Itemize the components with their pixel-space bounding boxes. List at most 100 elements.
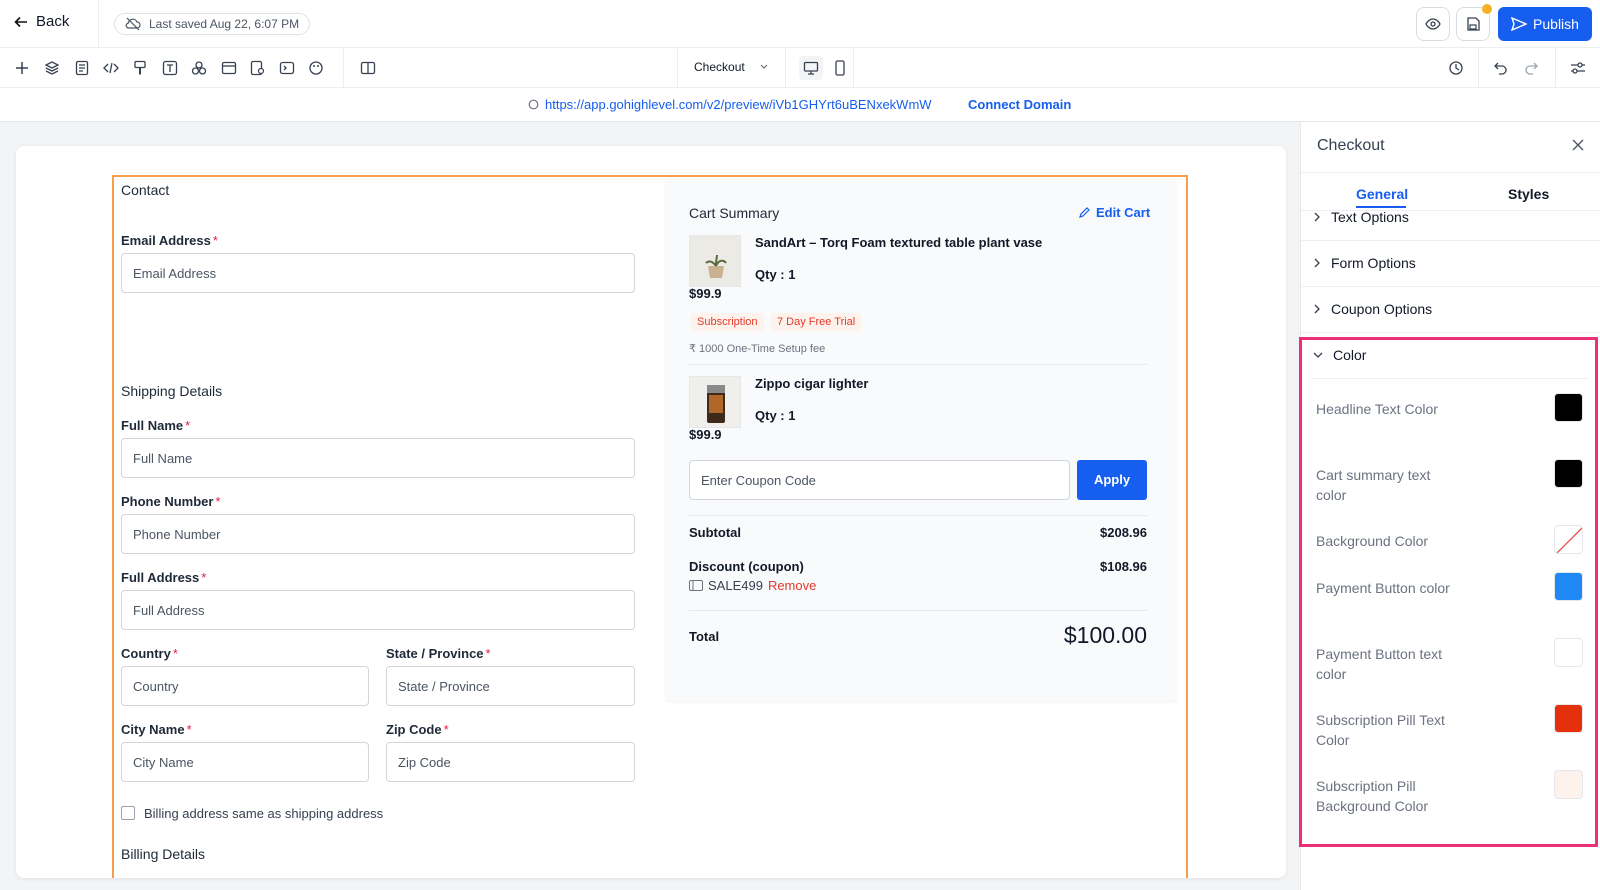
coupon-input[interactable]: Enter Coupon Code (689, 460, 1070, 500)
accordion-text-options[interactable]: Text Options (1313, 209, 1409, 225)
preview-button[interactable] (1416, 7, 1450, 41)
close-icon[interactable] (1571, 138, 1585, 157)
accordion-form-options[interactable]: Form Options (1313, 255, 1416, 271)
divider (1478, 48, 1479, 88)
last-saved-text: Last saved Aug 22, 6:07 PM (149, 17, 300, 31)
settings-sliders-icon[interactable] (1568, 58, 1588, 78)
text-icon[interactable] (160, 58, 180, 78)
active-tab-indicator (1356, 206, 1406, 208)
terminal-icon[interactable] (277, 58, 297, 78)
phone-field[interactable]: Phone Number (121, 514, 635, 554)
undo-icon[interactable] (1491, 58, 1511, 78)
page-selector-label: Checkout (694, 60, 745, 74)
status-circle-icon (528, 99, 539, 110)
chevron-down-icon (760, 64, 768, 69)
zip-field[interactable]: Zip Code (386, 742, 635, 782)
discount-label: Discount (coupon) (689, 559, 804, 574)
remove-coupon-link[interactable]: Remove (768, 578, 816, 593)
preview-url-bar: https://app.gohighlevel.com/v2/preview/i… (0, 88, 1600, 122)
pages-icon[interactable] (72, 58, 92, 78)
product-image (689, 376, 741, 428)
redo-icon[interactable] (1521, 58, 1541, 78)
chevron-right-icon (1314, 304, 1320, 314)
history-icon[interactable] (1446, 58, 1466, 78)
publish-button[interactable]: Publish (1498, 7, 1592, 41)
ticket-icon (689, 580, 703, 591)
preview-url-link[interactable]: https://app.gohighlevel.com/v2/preview/i… (528, 97, 932, 112)
fullname-label: Full Name * (121, 418, 191, 433)
paint-icon[interactable] (130, 58, 150, 78)
page-preview: Contact Email Address * Email Address Shi… (16, 146, 1286, 878)
pencil-icon (1079, 207, 1090, 218)
top-bar: Back Last saved Aug 22, 6:07 PM Publish (0, 0, 1600, 48)
last-saved-badge: Last saved Aug 22, 6:07 PM (114, 13, 311, 35)
product-qty: Qty : 1 (755, 267, 796, 282)
mobile-icon[interactable] (830, 58, 850, 78)
accordion-label: Coupon Options (1331, 301, 1433, 317)
chevron-right-icon (1314, 212, 1320, 222)
page-selector[interactable]: Checkout (694, 60, 769, 74)
accordion-label: Text Options (1331, 209, 1409, 225)
product-name: SandArt – Torq Foam textured table plant… (755, 235, 1043, 250)
integrations-icon[interactable] (189, 58, 209, 78)
save-icon (1467, 17, 1480, 31)
divider (98, 0, 99, 48)
city-label: City Name * (121, 722, 192, 737)
apply-coupon-button[interactable]: Apply (1077, 460, 1147, 500)
country-field[interactable]: Country (121, 666, 369, 706)
contact-heading: Contact (121, 182, 170, 198)
city-field[interactable]: City Name (121, 742, 369, 782)
cart-summary: Cart Summary Edit Cart SandArt – Torq Fo… (666, 179, 1176, 701)
product-price: $99.9 (689, 286, 722, 301)
layers-icon[interactable] (42, 58, 62, 78)
tab-general[interactable]: General (1356, 186, 1408, 202)
state-label: State / Province * (386, 646, 491, 661)
phone-label: Phone Number * (121, 494, 221, 509)
chevron-right-icon (1314, 258, 1320, 268)
address-label: Full Address * (121, 570, 207, 585)
discount-value: $108.96 (1100, 559, 1147, 574)
divider (1301, 286, 1600, 287)
trial-pill: 7 Day Free Trial (771, 313, 862, 331)
connect-domain-link[interactable]: Connect Domain (968, 97, 1071, 112)
tab-styles[interactable]: Styles (1508, 186, 1549, 202)
palette-icon[interactable] (306, 58, 326, 78)
subscription-pill: Subscription (691, 313, 764, 331)
state-field[interactable]: State / Province (386, 666, 635, 706)
cart-title: Cart Summary (689, 205, 780, 221)
divider (689, 610, 1147, 611)
product-image (689, 235, 741, 287)
product-qty: Qty : 1 (755, 408, 796, 423)
section-icon[interactable] (219, 58, 239, 78)
desktop-icon[interactable] (799, 56, 823, 80)
address-field[interactable]: Full Address (121, 590, 635, 630)
subtotal-label: Subtotal (689, 525, 741, 540)
arrow-left-icon (14, 16, 27, 27)
back-label: Back (36, 13, 70, 30)
coupon-code: SALE499 (708, 578, 763, 593)
split-view-icon[interactable] (358, 58, 378, 78)
divider (689, 364, 1147, 365)
zip-label: Zip Code * (386, 722, 449, 737)
billing-same-checkbox[interactable] (121, 806, 135, 820)
edit-cart-link[interactable]: Edit Cart (1078, 205, 1150, 220)
divider (689, 515, 1147, 516)
form-search-icon[interactable] (248, 58, 268, 78)
fullname-field[interactable]: Full Name (121, 438, 635, 478)
divider (677, 48, 678, 88)
applied-coupon: SALE499 Remove (689, 578, 816, 593)
back-button[interactable]: Back (14, 13, 69, 30)
edit-cart-label: Edit Cart (1096, 205, 1151, 220)
code-icon[interactable] (101, 58, 121, 78)
accordion-coupon-options[interactable]: Coupon Options (1313, 301, 1432, 317)
shipping-heading: Shipping Details (121, 383, 223, 399)
email-field[interactable]: Email Address (121, 253, 635, 293)
billing-same-label: Billing address same as shipping address (144, 806, 384, 821)
eye-icon (1425, 18, 1441, 30)
total-value: $100.00 (1063, 622, 1147, 648)
product-name: Zippo cigar lighter (755, 376, 869, 391)
divider (1301, 240, 1600, 241)
add-element-icon[interactable] (12, 58, 32, 78)
panel-title: Checkout (1317, 137, 1385, 154)
setup-fee-text: ₹ 1000 One-Time Setup fee (689, 343, 826, 355)
